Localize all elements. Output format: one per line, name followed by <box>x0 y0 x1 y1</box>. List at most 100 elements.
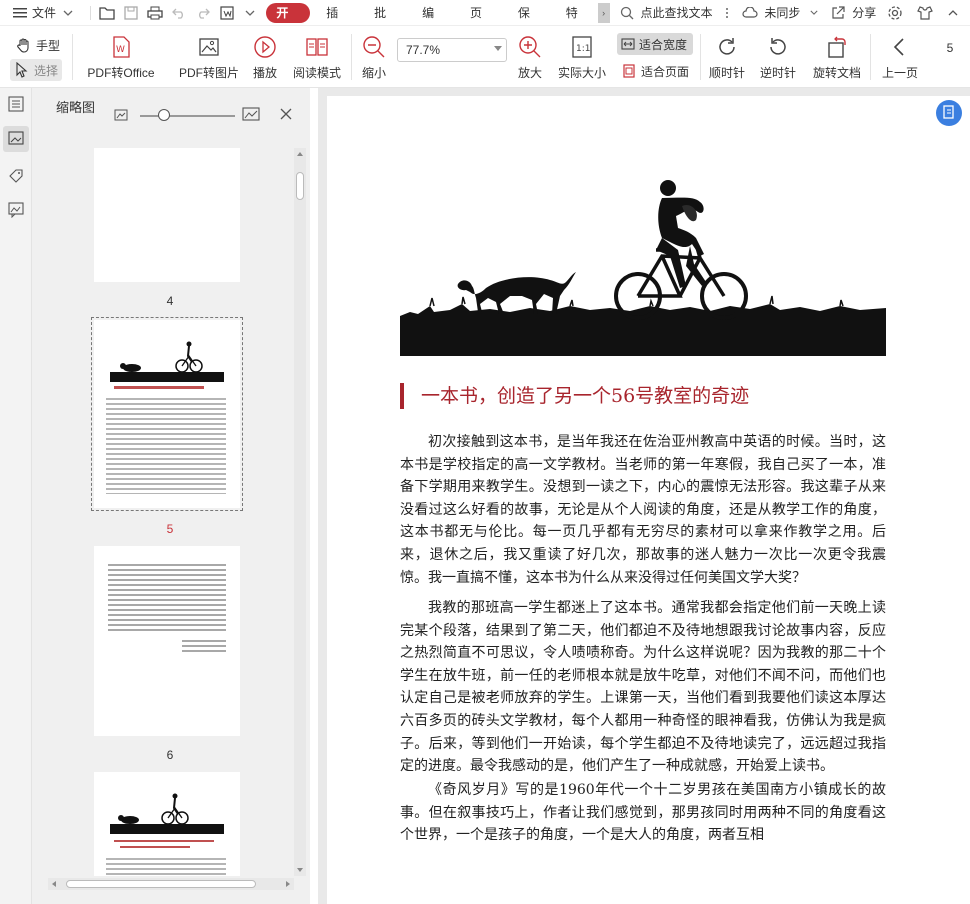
tag-icon <box>8 168 24 187</box>
share-icon <box>829 4 847 22</box>
page-number-input[interactable]: 5 <box>930 36 970 60</box>
format-painter-icon[interactable] <box>218 4 236 22</box>
scrollbar-thumb[interactable] <box>66 880 256 888</box>
rotate-cw-icon <box>714 34 740 60</box>
bookmark-button[interactable] <box>3 164 29 190</box>
more-tabs-button[interactable]: › <box>597 2 610 23</box>
thumbnail-panel-header: 缩略图 <box>32 88 310 124</box>
thumbnail-page-number: 5 <box>166 522 174 536</box>
open-folder-icon[interactable] <box>98 4 116 22</box>
thumbnail-hero-image <box>110 793 224 834</box>
play-button[interactable]: 播放 <box>248 34 282 81</box>
divider <box>90 5 92 20</box>
sync-status[interactable]: 未同步 <box>762 0 802 26</box>
document-viewport[interactable]: 一本书，创造了另一个56号教室的奇迹 初次接触到这本书，是当年我还在佐治亚州教高… <box>318 88 970 904</box>
tab-edit[interactable]: 编辑 <box>414 3 454 40</box>
previous-page-label: 上一页 <box>881 66 918 80</box>
redo-icon[interactable] <box>194 4 212 22</box>
chevron-left-icon <box>887 34 913 60</box>
tab-page[interactable]: 页面 <box>462 3 502 40</box>
large-thumbnail-icon[interactable] <box>242 106 260 125</box>
thumbnail-panel: 缩略图 4 5 6 <box>32 88 310 904</box>
pdf-to-office-button[interactable]: W PDF转Office <box>84 34 158 81</box>
thumbnail-title-line <box>114 386 204 389</box>
slider-handle[interactable] <box>158 109 170 121</box>
previous-page-button[interactable]: 上一页 <box>878 34 922 81</box>
skin-icon[interactable] <box>916 4 934 22</box>
scroll-up-arrow[interactable] <box>297 152 303 156</box>
thumbnail-page-7[interactable] <box>94 772 240 876</box>
thumbnail-title-line <box>120 846 190 848</box>
tab-annotate[interactable]: 批注 <box>366 3 406 40</box>
zoom-in-button[interactable]: 放大 <box>514 34 546 81</box>
thumbnail-size-slider[interactable] <box>140 115 235 117</box>
search-text-button[interactable]: 点此查找文本 <box>639 0 715 26</box>
floating-assistant-button[interactable] <box>936 100 962 126</box>
collapse-ribbon-icon[interactable] <box>944 4 962 22</box>
thumbnail-page-4[interactable] <box>94 148 240 282</box>
rotate-counterclockwise-label: 逆时针 <box>759 66 796 80</box>
scroll-left-arrow[interactable] <box>52 881 56 887</box>
share-button[interactable]: 分享 <box>850 0 880 26</box>
thumbnail-horizontal-scrollbar[interactable] <box>48 878 294 890</box>
read-mode-button[interactable]: 阅读模式 <box>290 34 344 81</box>
annotations-button[interactable] <box>3 198 29 224</box>
thumbnail-title-line <box>114 840 214 842</box>
chevron-down-icon <box>59 4 77 22</box>
pdf-convert-icon: W <box>108 34 134 60</box>
thumbnail-page-5[interactable] <box>91 317 243 511</box>
zoom-out-button[interactable]: 缩小 <box>358 34 390 81</box>
play-icon <box>252 34 278 60</box>
save-icon[interactable] <box>122 4 140 22</box>
zoom-level-value: 77.7% <box>406 43 441 57</box>
thumbnail-page-number: 6 <box>166 748 174 762</box>
chevron-down-icon <box>494 46 502 51</box>
fit-width-button[interactable]: 适合宽度 <box>617 33 693 55</box>
document-page: 一本书，创造了另一个56号教室的奇迹 初次接触到这本书，是当年我还在佐治亚州教高… <box>327 96 970 904</box>
thumbnail-page-6[interactable] <box>94 546 240 736</box>
tab-features[interactable]: 特色 <box>558 3 598 40</box>
cloud-sync-icon <box>741 4 759 22</box>
print-icon[interactable] <box>146 4 164 22</box>
hand-tool[interactable]: 手型 <box>12 34 64 56</box>
pdf-to-office-label: PDF转Office <box>87 66 155 80</box>
thumbnail-vertical-scrollbar[interactable] <box>294 148 306 876</box>
rotate-clockwise-label: 顺时针 <box>708 66 745 80</box>
scrollbar-thumb[interactable] <box>296 172 304 200</box>
rotate-clockwise-button[interactable]: 顺时针 <box>706 34 748 81</box>
zoom-in-icon <box>517 34 543 60</box>
zoom-level-select[interactable]: 77.7% <box>397 38 507 62</box>
small-thumbnail-icon[interactable] <box>114 108 128 125</box>
rotate-document-button[interactable]: 旋转文档 <box>808 34 866 81</box>
thumbnail-button[interactable] <box>3 126 29 152</box>
thumbnail-panel-title: 缩略图 <box>56 99 96 115</box>
pdf-to-image-button[interactable]: PDF转图片 <box>176 34 242 81</box>
undo-icon[interactable] <box>170 4 188 22</box>
scroll-right-arrow[interactable] <box>286 881 290 887</box>
close-icon[interactable] <box>280 108 292 123</box>
settings-gear-icon[interactable] <box>886 4 904 22</box>
outline-button[interactable] <box>3 92 29 118</box>
rotate-counterclockwise-button[interactable]: 逆时针 <box>756 34 800 81</box>
paragraph: 《奇风岁月》写的是1960年代一个十二岁男孩在美国南方小镇成长的故事。但在叙事技… <box>400 782 886 844</box>
select-tool[interactable]: 选择 <box>10 59 63 81</box>
chevron-down-icon[interactable] <box>805 4 823 22</box>
file-menu[interactable]: 文件 <box>0 0 86 26</box>
tab-protect[interactable]: 保护 <box>510 3 550 40</box>
select-tool-label: 选择 <box>34 63 59 78</box>
rotate-ccw-icon <box>765 34 791 60</box>
cyclist-with-dog-illustration <box>400 180 886 356</box>
thumbnail-image-icon <box>8 130 24 149</box>
actual-size-label: 实际大小 <box>557 66 606 80</box>
actual-size-icon: 1:1 <box>569 34 595 60</box>
fit-page-button[interactable]: 适合页面 <box>617 60 693 82</box>
chevron-down-icon[interactable] <box>241 4 259 22</box>
thumbnail-text-lines <box>106 398 226 494</box>
rotate-document-icon <box>824 34 850 60</box>
actual-size-button[interactable]: 1:1 实际大小 <box>554 34 610 81</box>
tab-insert[interactable]: 插入 <box>318 3 358 40</box>
more-vertical-icon[interactable] <box>718 4 736 22</box>
scroll-down-arrow[interactable] <box>297 868 303 872</box>
tab-home[interactable]: 开始 <box>266 2 311 40</box>
paragraph: 初次接触到这本书，是当年我还在佐治亚州教高中英语的时候。当时，这本书是学校指定的… <box>400 434 886 586</box>
